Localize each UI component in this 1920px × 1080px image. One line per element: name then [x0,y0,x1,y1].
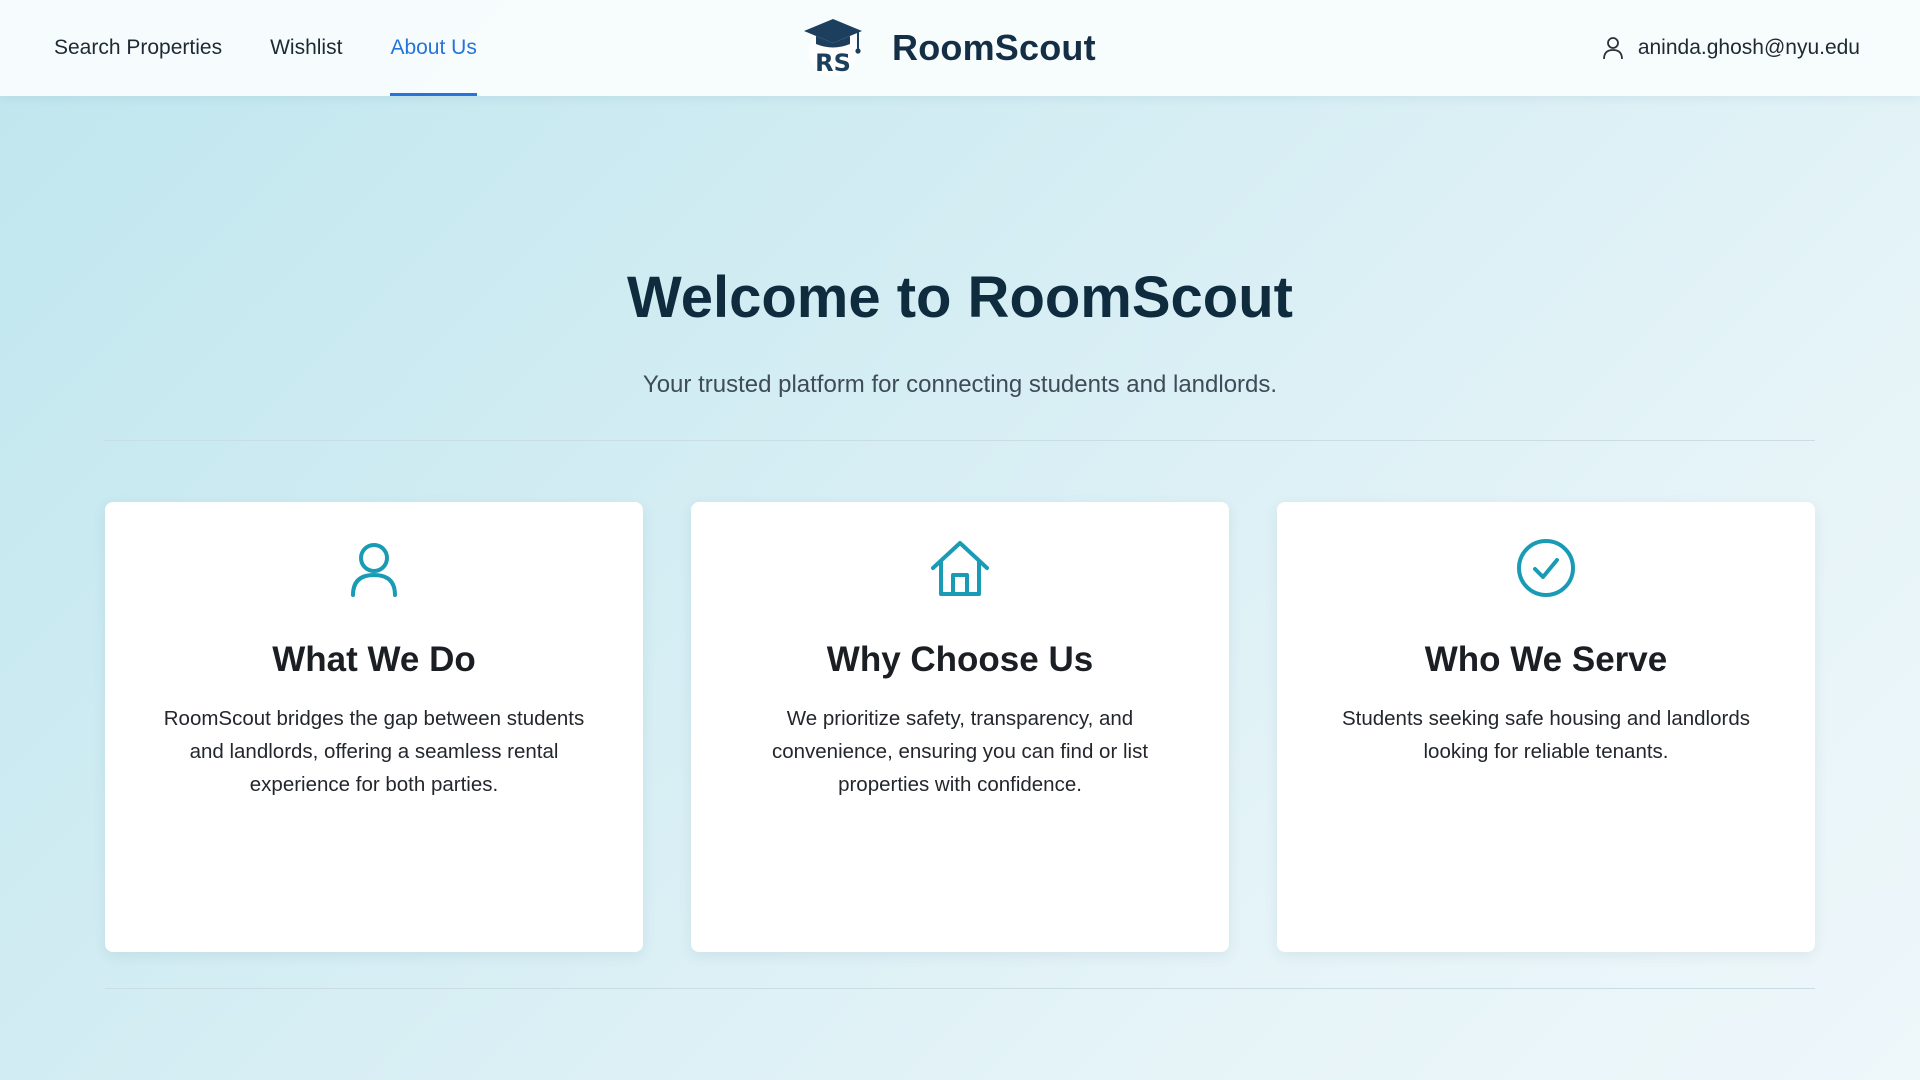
nav-wishlist[interactable]: Wishlist [270,0,342,96]
section-divider-bottom [105,988,1815,989]
nav-search-properties[interactable]: Search Properties [54,0,222,96]
card-title: Who We Serve [1424,640,1668,679]
card-who-we-serve: Who We Serve Students seeking safe housi… [1277,502,1815,952]
card-title: Why Choose Us [826,640,1094,679]
page-subtitle: Your trusted platform for connecting stu… [642,371,1278,398]
brand-home-link[interactable]: RS RoomScout [800,0,1096,96]
user-account-menu[interactable]: aninda.ghosh@nyu.edu [1602,0,1860,96]
main-nav: Search Properties Wishlist About Us [54,0,525,96]
nav-about-us[interactable]: About Us [390,0,478,96]
card-title: What We Do [272,640,476,679]
card-text: Students seeking safe housing and landlo… [1341,707,1750,763]
brand-name: RoomScout [892,27,1096,68]
user-icon [351,543,397,597]
section-divider-top [105,440,1815,441]
top-navbar: Search Properties Wishlist About Us RS R… [0,0,1920,96]
logo-letters: RS [815,49,851,77]
card-what-we-do: What We Do RoomScout bridges the gap bet… [105,502,643,952]
card-text: RoomScout bridges the gap between studen… [163,707,585,796]
house-icon [931,541,989,596]
user-email: aninda.ghosh@nyu.edu [1637,36,1860,59]
check-circle-icon [1517,539,1575,597]
card-text: We prioritize safety, transparency, and … [771,707,1149,796]
roomscout-logo-icon: RS [804,19,862,77]
user-icon [1602,37,1623,60]
page-title: Welcome to RoomScout [627,265,1293,330]
card-why-choose-us: Why Choose Us We prioritize safety, tran… [691,502,1229,952]
info-cards: What We Do RoomScout bridges the gap bet… [105,502,1815,952]
